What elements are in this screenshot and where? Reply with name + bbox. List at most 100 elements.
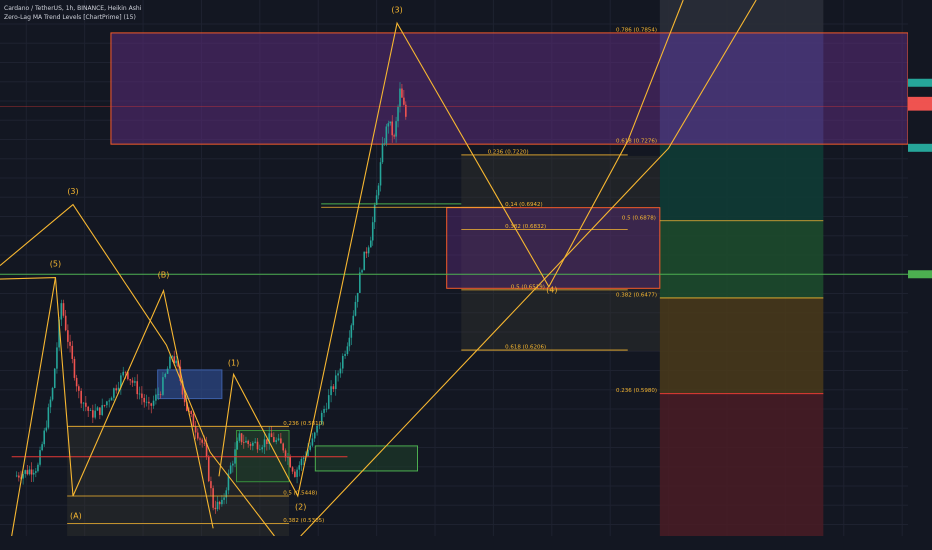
candle-body: [96, 407, 99, 411]
candle-body: [391, 121, 394, 136]
candle-body: [229, 465, 232, 474]
candle-body: [344, 354, 346, 356]
candle-body: [223, 497, 225, 500]
candle-body: [259, 449, 261, 451]
candle-body: [354, 301, 357, 316]
candle-body: [256, 441, 259, 450]
candle-body: [377, 185, 380, 196]
symbol-title[interactable]: Cardano / TetherUS, 1h, BINANCE, Heikin …: [4, 4, 141, 13]
candle-body: [216, 501, 219, 510]
candle-body: [129, 379, 132, 381]
candle-body: [75, 377, 78, 387]
price-tag-box: [908, 78, 932, 87]
candle-body: [108, 400, 110, 402]
candle-body: [346, 346, 349, 355]
candle-body: [32, 472, 35, 475]
candle-body: [270, 433, 273, 438]
candle-body: [254, 441, 256, 443]
fib-label: 0.5 (0.6878): [622, 215, 656, 221]
candle-body: [175, 360, 177, 364]
candle-body: [39, 450, 41, 465]
price-tag-box: [908, 143, 932, 152]
candle-body: [82, 402, 85, 404]
price-axis[interactable]: [908, 0, 932, 550]
candle-body: [134, 381, 136, 383]
candle-body: [348, 337, 351, 347]
candle-body: [169, 356, 171, 369]
candle-body: [199, 438, 201, 440]
fib-label: 0.5 (0.5448): [283, 490, 317, 496]
candle-body: [273, 437, 275, 442]
candle-body: [367, 247, 370, 254]
wave-label: (5): [50, 260, 61, 269]
candle-body: [245, 440, 247, 443]
candle-body: [287, 457, 289, 458]
candle-body: [334, 375, 337, 390]
wave-label: (4): [546, 286, 557, 295]
candle-body: [87, 406, 89, 411]
fib-label: 0.786 (0.7854): [616, 27, 657, 33]
candle-body: [236, 440, 239, 450]
fib-label: 0.236 (0.5980): [616, 388, 657, 394]
indicator-title[interactable]: Zero-Lag MA Trend Levels [ChartPrime] (1…: [4, 13, 141, 22]
candle-body: [399, 88, 401, 107]
candle-body: [15, 475, 18, 477]
candle-body: [166, 368, 169, 374]
price-chart[interactable]: (3) (5) (A) (B) (1) (2) (3) (4) 0.786 (0.7854) 0.…: [0, 0, 932, 550]
resistance-zone: [110, 32, 909, 145]
candle-body: [89, 410, 92, 411]
fib-label: 0.382 (0.5305): [283, 518, 324, 524]
candle-body: [325, 408, 328, 410]
candle-body: [73, 358, 76, 378]
candle-body: [214, 507, 217, 510]
candle-body: [80, 390, 82, 404]
candle-body: [103, 405, 106, 406]
candle-body: [339, 368, 342, 374]
candle-body: [150, 403, 153, 406]
candle-body: [47, 407, 50, 428]
candle-body: [371, 222, 374, 241]
candle-body: [350, 325, 353, 338]
candle-body: [356, 292, 359, 302]
fib-label: 0.236 (0.7220): [488, 149, 529, 155]
candle-body: [393, 135, 395, 137]
candle-body: [403, 97, 405, 105]
candle-body: [164, 373, 167, 378]
fib-label: 0.236 (0.5810): [283, 421, 324, 427]
fib-label: 0.618 (0.6206): [505, 345, 546, 351]
candle-body: [300, 458, 303, 466]
candle-body: [71, 345, 74, 359]
candle-body: [337, 373, 339, 376]
time-axis[interactable]: [0, 536, 908, 550]
candle-body: [30, 469, 33, 475]
candle-body: [212, 488, 214, 508]
zone-top-gray: [659, 0, 824, 33]
candle-body: [192, 413, 195, 427]
candle-body: [289, 457, 292, 468]
candle-body: [282, 443, 285, 451]
candle-body: [110, 397, 113, 401]
candle-body: [136, 381, 139, 395]
candle-body: [252, 442, 254, 446]
candle-body: [298, 465, 301, 470]
candle-body: [43, 430, 46, 445]
candle-body: [369, 240, 372, 248]
candle-body: [365, 251, 368, 254]
candle-body: [155, 394, 157, 401]
candle-body: [24, 470, 27, 474]
candle-body: [145, 401, 148, 403]
candle-body: [263, 439, 266, 448]
price-tag-box: [908, 102, 932, 111]
candle-body: [101, 405, 103, 415]
candle-body: [385, 126, 388, 144]
candle-body: [280, 438, 282, 444]
candle-body: [152, 400, 155, 406]
fib-label: 0.382 (0.6477): [616, 292, 657, 298]
candle-body: [99, 407, 101, 415]
candle-body: [37, 464, 39, 472]
candle-body: [18, 475, 20, 478]
candle-body: [194, 426, 197, 433]
candle-body: [225, 490, 228, 498]
candle-body: [341, 355, 344, 369]
candle-body: [327, 395, 330, 409]
